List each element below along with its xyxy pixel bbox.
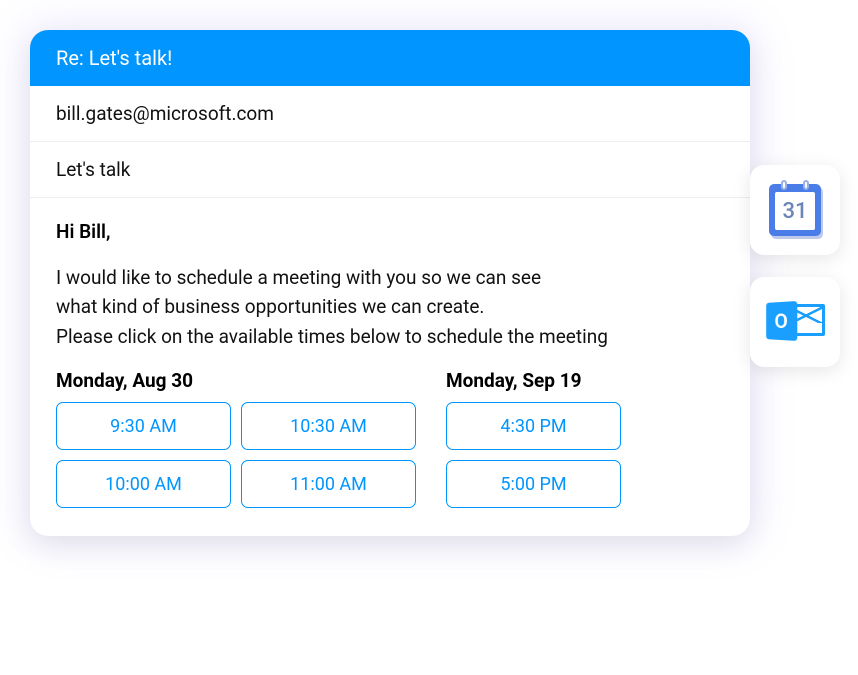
outlook-letter: O [766, 301, 797, 341]
time-slot-button[interactable]: 4:30 PM [446, 402, 621, 450]
email-subject-prefixed: Re: Let's talk! [56, 46, 172, 70]
email-body[interactable]: Hi Bill, I would like to schedule a meet… [30, 198, 750, 536]
email-compose-card: Re: Let's talk! bill.gates@microsoft.com… [30, 30, 750, 536]
slot-group-1: Monday, Sep 19 4:30 PM 5:00 PM [446, 369, 621, 508]
calendar-ring-icon [781, 180, 787, 190]
subject-field[interactable]: Let's talk [30, 142, 750, 198]
outlook-tile[interactable]: O [750, 277, 840, 367]
slot-group-0: Monday, Aug 30 9:30 AM 10:30 AM 10:00 AM… [56, 369, 416, 508]
subject-field-value: Let's talk [56, 158, 130, 181]
time-slot-button[interactable]: 9:30 AM [56, 402, 231, 450]
google-calendar-tile[interactable]: 31 [750, 165, 840, 255]
body-line-2: what kind of business opportunities we c… [56, 295, 484, 318]
calendar-ring-icon [803, 180, 809, 190]
slot-date-1: Monday, Sep 19 [446, 369, 621, 392]
time-slot-button[interactable]: 10:30 AM [241, 402, 416, 450]
slot-grid-0: 9:30 AM 10:30 AM 10:00 AM 11:00 AM [56, 402, 416, 508]
time-slots-container: Monday, Aug 30 9:30 AM 10:30 AM 10:00 AM… [56, 369, 724, 508]
google-calendar-icon: 31 [769, 184, 821, 236]
to-field[interactable]: bill.gates@microsoft.com [30, 86, 750, 142]
time-slot-button[interactable]: 5:00 PM [446, 460, 621, 508]
body-text: I would like to schedule a meeting with … [56, 263, 724, 351]
greeting-text: Hi Bill, [56, 220, 724, 243]
time-slot-button[interactable]: 11:00 AM [241, 460, 416, 508]
to-field-value: bill.gates@microsoft.com [56, 102, 274, 125]
slot-grid-1: 4:30 PM 5:00 PM [446, 402, 621, 508]
email-header-bar: Re: Let's talk! [30, 30, 750, 86]
integration-icons: 31 O [750, 165, 840, 367]
body-line-3: Please click on the available times belo… [56, 325, 608, 348]
time-slot-button[interactable]: 10:00 AM [56, 460, 231, 508]
slot-date-0: Monday, Aug 30 [56, 369, 416, 392]
calendar-day-number: 31 [782, 199, 807, 224]
outlook-icon: O [765, 298, 825, 346]
body-line-1: I would like to schedule a meeting with … [56, 266, 541, 289]
